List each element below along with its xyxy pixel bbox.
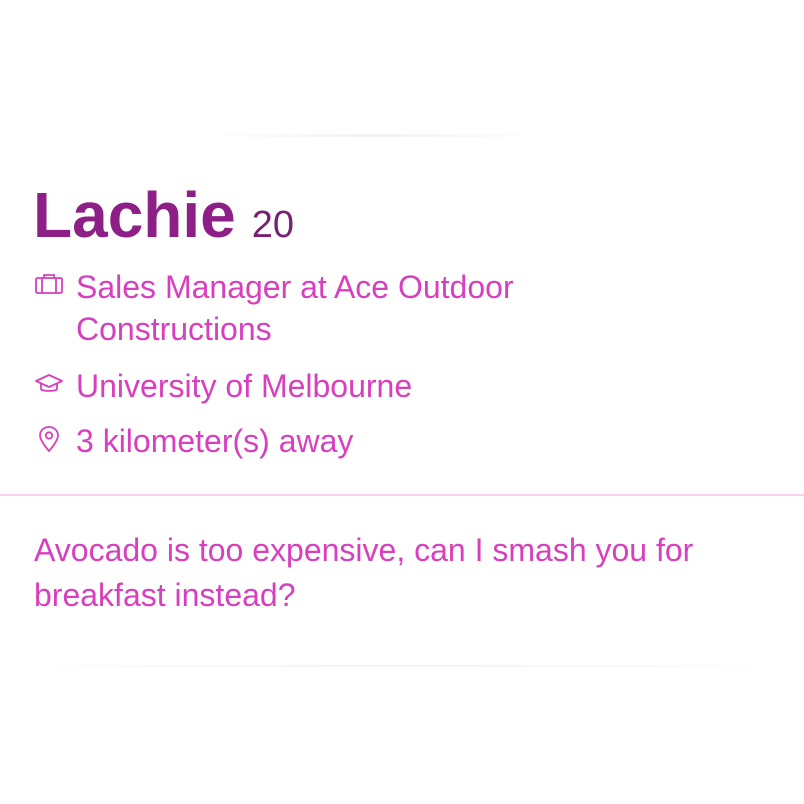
location-pin-icon xyxy=(34,424,64,454)
graduation-cap-icon xyxy=(34,369,64,399)
profile-screen: Lachie 20 Sales Manager at Ace Outdoor C… xyxy=(0,0,804,804)
school-text: University of Melbourne xyxy=(76,368,413,404)
section-divider xyxy=(0,494,804,496)
school-row: University of Melbourne xyxy=(34,365,636,407)
briefcase-icon xyxy=(34,270,64,300)
profile-name: Lachie xyxy=(33,179,236,251)
distance-row: 3 kilometer(s) away xyxy=(34,420,636,462)
job-row: Sales Manager at Ace Outdoor Constructio… xyxy=(34,266,636,350)
profile-age: 20 xyxy=(251,204,295,246)
bottom-divider xyxy=(0,665,804,667)
profile-card: Lachie 20 Sales Manager at Ace Outdoor C… xyxy=(0,168,804,668)
bio-text: Avocado is too expensive, can I smash yo… xyxy=(34,532,694,613)
distance-text: 3 kilometer(s) away xyxy=(76,423,354,459)
job-text: Sales Manager at Ace Outdoor Constructio… xyxy=(76,269,514,347)
name-age-row: Lachie 20 xyxy=(33,178,295,251)
top-divider xyxy=(200,134,550,137)
